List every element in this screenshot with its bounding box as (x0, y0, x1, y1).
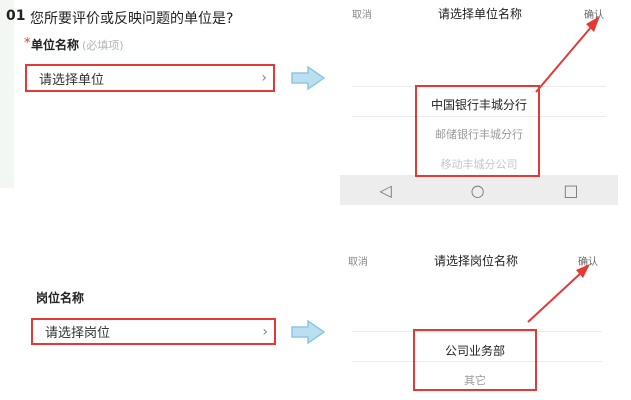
required-hint: (必填项) (82, 39, 124, 52)
position-select[interactable]: 请选择岗位 › (31, 318, 276, 345)
right-arrow-icon (291, 66, 326, 90)
unit-picker-cancel[interactable]: 取消 (352, 6, 372, 21)
question-text: 您所要评价或反映问题的单位是? (30, 11, 234, 27)
red-pointer-arrow-icon (535, 16, 600, 93)
position-picker-title: 请选择岗位名称 (434, 254, 519, 268)
unit-name-label: 单位名称 (31, 38, 80, 52)
chevron-right-icon: › (262, 323, 268, 340)
chevron-right-icon: › (261, 70, 267, 86)
unit-select-placeholder: 请选择单位 (39, 72, 105, 88)
square-recent-icon[interactable]: □ (563, 181, 578, 200)
position-select-placeholder: 请选择岗位 (45, 326, 111, 341)
right-arrow-icon (291, 320, 326, 344)
unit-select[interactable]: 请选择单位 › (25, 64, 275, 92)
question-number: 01 (6, 8, 26, 24)
android-nav-bar: ◁ ○ □ (340, 175, 618, 205)
circle-home-icon[interactable]: ○ (471, 181, 485, 200)
position-name-label: 岗位名称 (36, 291, 85, 305)
unit-options-highlight (415, 85, 540, 177)
left-accent-bar (0, 0, 14, 188)
unit-picker-title: 请选择单位名称 (438, 7, 523, 21)
triangle-back-icon[interactable]: ◁ (379, 181, 391, 200)
position-picker-cancel[interactable]: 取消 (348, 253, 368, 268)
required-mark: * (24, 36, 31, 51)
red-pointer-arrow-icon (527, 264, 590, 323)
position-options-highlight (413, 329, 537, 391)
